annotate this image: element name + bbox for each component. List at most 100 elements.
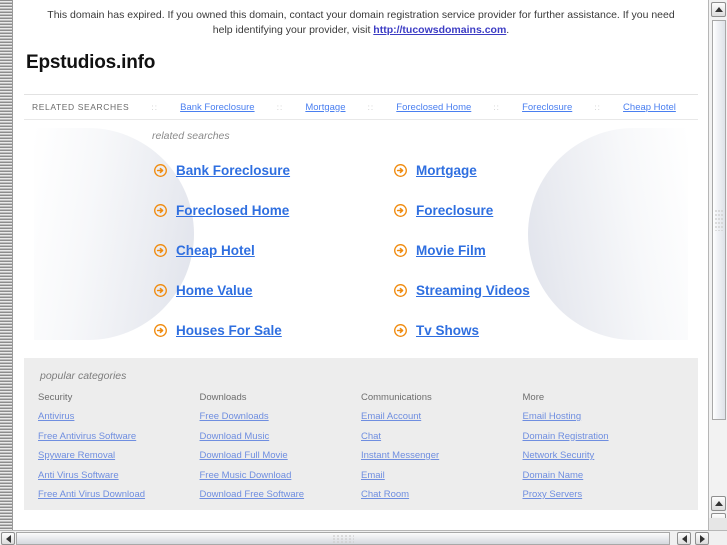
arrow-circle-icon [394, 283, 407, 297]
category-link[interactable]: Domain Registration [523, 431, 685, 442]
category-column-security: Security Antivirus Free Antivirus Softwa… [38, 392, 200, 509]
expired-domain-banner: This domain has expired. If you owned th… [14, 0, 708, 42]
category-column-downloads: Downloads Free Downloads Download Music … [200, 392, 362, 509]
navbar-separator: :: [151, 102, 158, 112]
category-link[interactable]: Free Antivirus Software [38, 431, 200, 442]
page-title: Epstudios.info [26, 52, 156, 73]
left-edge-gutter [0, 0, 13, 530]
related-search-link[interactable]: Home Value [176, 283, 253, 298]
list-item[interactable]: Mortgage [394, 150, 626, 190]
navbar-separator: :: [276, 102, 284, 112]
arrow-circle-icon [394, 203, 407, 217]
navbar-separator: :: [493, 102, 500, 112]
arrow-circle-icon [394, 163, 407, 177]
related-search-link[interactable]: Streaming Videos [416, 283, 530, 298]
related-search-link[interactable]: Movie Film [416, 243, 486, 258]
category-title: Security [38, 392, 73, 403]
navbar-link-foreclosed-home[interactable]: Foreclosed Home [396, 102, 471, 113]
category-link[interactable]: Email Hosting [523, 411, 685, 422]
scroll-up-button[interactable] [711, 2, 726, 17]
arrow-circle-icon [154, 163, 167, 177]
chevron-up-icon [714, 501, 723, 506]
category-link[interactable]: Download Music [200, 431, 362, 442]
list-item[interactable]: Bank Foreclosure [154, 150, 386, 190]
related-search-link[interactable]: Cheap Hotel [176, 243, 255, 258]
scroll-up-button-secondary[interactable] [711, 496, 726, 511]
arrow-circle-icon [154, 203, 167, 217]
category-title: Communications [361, 392, 432, 403]
related-searches-section: related searches Bank Foreclosure Forecl… [24, 120, 698, 350]
related-searches-heading: related searches [152, 130, 230, 142]
arrow-circle-icon [154, 243, 167, 257]
scrollbar-grip-icon [714, 209, 724, 231]
list-item[interactable]: Tv Shows [394, 310, 626, 350]
category-link[interactable]: Free Music Download [200, 470, 362, 481]
banner-text-before: This domain has expired. If you owned th… [47, 9, 675, 36]
scroll-left-button-secondary[interactable] [677, 532, 691, 545]
vertical-scrollbar-thumb[interactable] [712, 20, 726, 420]
category-link[interactable]: Network Security [523, 450, 685, 461]
category-link[interactable]: Chat Room [361, 489, 523, 500]
related-searches-navbar: RELATED SEARCHES :: Bank Foreclosure :: … [24, 94, 698, 120]
category-column-communications: Communications Email Account Chat Instan… [361, 392, 523, 509]
navbar-separator: :: [367, 102, 375, 112]
category-link[interactable]: Chat [361, 431, 523, 442]
page-content: This domain has expired. If you owned th… [14, 0, 708, 530]
scrollbar-corner [708, 518, 727, 530]
category-link[interactable]: Anti Virus Software [38, 470, 200, 481]
related-searches-column-left: Bank Foreclosure Foreclosed Home Cheap H… [154, 150, 386, 350]
scroll-left-button[interactable] [1, 532, 15, 545]
chevron-up-icon [714, 7, 723, 12]
horizontal-scrollbar[interactable] [0, 530, 727, 545]
browser-viewport: This domain has expired. If you owned th… [0, 0, 727, 545]
scrollbar-grip-icon [332, 534, 354, 543]
list-item[interactable]: Cheap Hotel [154, 230, 386, 270]
popular-categories-columns: Security Antivirus Free Antivirus Softwa… [38, 392, 684, 509]
related-search-link[interactable]: Mortgage [416, 163, 477, 178]
popular-categories-heading: popular categories [40, 370, 127, 382]
related-search-link[interactable]: Tv Shows [416, 323, 479, 338]
horizontal-scrollbar-thumb[interactable] [16, 532, 670, 545]
arrow-circle-icon [154, 323, 167, 337]
category-link[interactable]: Proxy Servers [523, 489, 685, 500]
chevron-left-icon [681, 534, 687, 543]
list-item[interactable]: Home Value [154, 270, 386, 310]
navbar-separator: :: [594, 102, 601, 112]
category-link[interactable]: Domain Name [523, 470, 685, 481]
navbar-link-cheap-hotel[interactable]: Cheap Hotel [623, 102, 676, 113]
category-link[interactable]: Download Free Software [200, 489, 362, 500]
category-link[interactable]: Spyware Removal [38, 450, 200, 461]
list-item[interactable]: Foreclosed Home [154, 190, 386, 230]
arrow-circle-icon [394, 243, 407, 257]
arrow-circle-icon [394, 323, 407, 337]
category-link[interactable]: Download Full Movie [200, 450, 362, 461]
vertical-scrollbar[interactable] [708, 0, 727, 530]
category-link[interactable]: Free Downloads [200, 411, 362, 422]
related-search-link[interactable]: Foreclosure [416, 203, 493, 218]
category-link[interactable]: Antivirus [38, 411, 200, 422]
navbar-link-bank-foreclosure[interactable]: Bank Foreclosure [180, 102, 254, 113]
navbar-label: RELATED SEARCHES [32, 102, 130, 112]
related-searches-columns: Bank Foreclosure Foreclosed Home Cheap H… [24, 150, 698, 350]
popular-categories-section: popular categories Security Antivirus Fr… [24, 358, 698, 510]
chevron-right-icon [699, 534, 705, 543]
related-search-link[interactable]: Foreclosed Home [176, 203, 289, 218]
category-title: Downloads [199, 392, 247, 403]
scroll-right-button[interactable] [695, 532, 709, 545]
category-link[interactable]: Email Account [361, 411, 523, 422]
navbar-link-mortgage[interactable]: Mortgage [305, 102, 345, 113]
navbar-link-foreclosure[interactable]: Foreclosure [522, 102, 572, 113]
category-link[interactable]: Free Anti Virus Download [38, 489, 200, 500]
category-title: More [522, 392, 545, 403]
related-search-link[interactable]: Bank Foreclosure [176, 163, 290, 178]
category-link[interactable]: Email [361, 470, 523, 481]
category-column-more: More Email Hosting Domain Registration N… [523, 392, 685, 509]
category-link[interactable]: Instant Messenger [361, 450, 523, 461]
list-item[interactable]: Foreclosure [394, 190, 626, 230]
list-item[interactable]: Streaming Videos [394, 270, 626, 310]
list-item[interactable]: Houses For Sale [154, 310, 386, 350]
list-item[interactable]: Movie Film [394, 230, 626, 270]
tucowsdomains-link[interactable]: http://tucowsdomains.com [373, 24, 506, 36]
chevron-left-icon [5, 534, 11, 543]
related-search-link[interactable]: Houses For Sale [176, 323, 282, 338]
